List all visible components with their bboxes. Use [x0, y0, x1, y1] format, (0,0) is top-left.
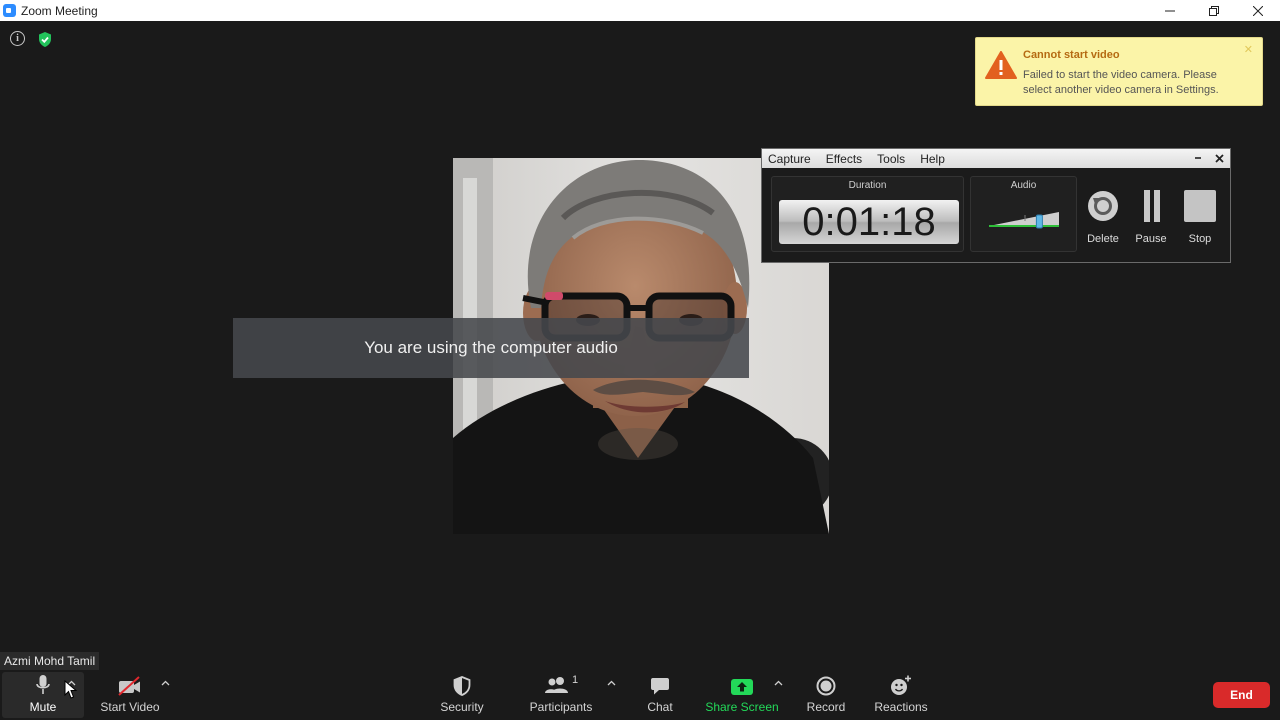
delete-button[interactable]: Delete — [1081, 190, 1125, 245]
start-video-label: Start Video — [100, 700, 160, 714]
close-icon — [1253, 5, 1263, 16]
audio-label: Audio — [1010, 180, 1037, 191]
participants-icon — [545, 677, 568, 693]
participants-options-caret[interactable] — [607, 678, 616, 688]
security-button[interactable]: Security — [440, 670, 484, 720]
start-video-button[interactable]: Start Video — [100, 670, 160, 720]
duration-display: 0:01:18 — [779, 200, 959, 244]
audio-panel: Audio — [970, 176, 1077, 252]
participants-label: Participants — [529, 700, 593, 714]
record-button[interactable]: Record — [805, 670, 847, 720]
alert-message: Failed to start the video camera. Please… — [1023, 69, 1219, 96]
minimize-icon — [1165, 10, 1175, 11]
video-options-caret[interactable] — [161, 678, 170, 688]
duration-label: Duration — [848, 180, 887, 191]
mouse-cursor-icon — [64, 680, 78, 699]
participants-count: 1 — [572, 674, 579, 686]
share-screen-label: Share Screen — [705, 700, 779, 714]
share-options-caret[interactable] — [774, 678, 783, 688]
screen-recorder-widget: Capture Effects Tools Help Duration 0:01… — [761, 148, 1231, 263]
participants-button[interactable]: 1 Participants — [528, 670, 594, 720]
restore-icon — [1209, 5, 1219, 16]
meeting-info-icons: i — [10, 31, 53, 48]
delete-icon — [1088, 191, 1118, 221]
security-shield-icon — [453, 676, 471, 696]
duration-value: 0:01:18 — [802, 200, 936, 244]
window-title: Zoom Meeting — [21, 3, 98, 18]
participant-name: Azmi Mohd Tamil — [4, 654, 96, 668]
share-screen-button[interactable]: Share Screen — [705, 670, 779, 720]
chevron-up-icon — [774, 680, 783, 686]
duration-panel: Duration 0:01:18 — [771, 176, 964, 252]
window-controls — [1148, 0, 1280, 21]
reactions-button[interactable]: Reactions — [874, 670, 928, 720]
recorder-close-icon[interactable] — [1215, 154, 1224, 163]
recorder-menu-help[interactable]: Help — [920, 152, 945, 166]
stop-button[interactable]: Stop — [1178, 190, 1222, 245]
chevron-up-icon — [161, 680, 170, 686]
close-window-button[interactable] — [1236, 0, 1280, 21]
mute-button[interactable]: Mute — [22, 670, 64, 720]
info-icon[interactable]: i — [10, 31, 25, 46]
recorder-minimize-icon[interactable] — [1194, 154, 1202, 162]
share-screen-icon — [731, 679, 753, 695]
reactions-smiley-icon — [891, 675, 911, 695]
computer-audio-toast: You are using the computer audio — [233, 318, 749, 378]
chat-icon — [651, 678, 669, 695]
audio-level-slider[interactable] — [987, 207, 1063, 231]
record-icon — [816, 676, 836, 696]
delete-label: Delete — [1087, 233, 1119, 245]
participant-name-tag: Azmi Mohd Tamil — [0, 652, 100, 670]
alert-title: Cannot start video — [1023, 49, 1120, 61]
stop-icon — [1184, 190, 1216, 222]
pause-icon — [1144, 190, 1160, 222]
end-label: End — [1230, 688, 1253, 702]
record-label: Record — [806, 700, 846, 714]
warning-icon — [985, 51, 1017, 79]
recorder-menu-tools[interactable]: Tools — [877, 152, 905, 166]
chat-button[interactable]: Chat — [640, 670, 680, 720]
minimize-button[interactable] — [1148, 0, 1192, 21]
chevron-up-icon — [607, 680, 616, 686]
alert-close-button[interactable]: ✕ — [1244, 43, 1253, 56]
restore-button[interactable] — [1192, 0, 1236, 21]
end-meeting-button[interactable]: End — [1213, 682, 1270, 708]
security-label: Security — [440, 700, 484, 714]
computer-audio-toast-text: You are using the computer audio — [364, 338, 618, 357]
recorder-menu-capture[interactable]: Capture — [768, 152, 811, 166]
stop-label: Stop — [1188, 233, 1212, 245]
pause-button[interactable]: Pause — [1129, 190, 1173, 245]
zoom-logo-icon — [3, 4, 16, 17]
chat-label: Chat — [647, 700, 673, 714]
window-titlebar: Zoom Meeting — [0, 0, 1280, 21]
security-shield-icon[interactable] — [37, 31, 53, 48]
pause-label: Pause — [1135, 233, 1167, 245]
recorder-menu-bar: Capture Effects Tools Help — [762, 149, 1230, 168]
meeting-toolbar: Mute Start Video Security 1 Participants… — [0, 670, 1280, 720]
reactions-label: Reactions — [874, 700, 928, 714]
video-error-alert: Cannot start video Failed to start the v… — [975, 37, 1263, 106]
recorder-menu-effects[interactable]: Effects — [826, 152, 862, 166]
mute-label: Mute — [29, 700, 57, 714]
microphone-icon — [36, 675, 50, 694]
video-camera-off-icon — [118, 676, 140, 696]
